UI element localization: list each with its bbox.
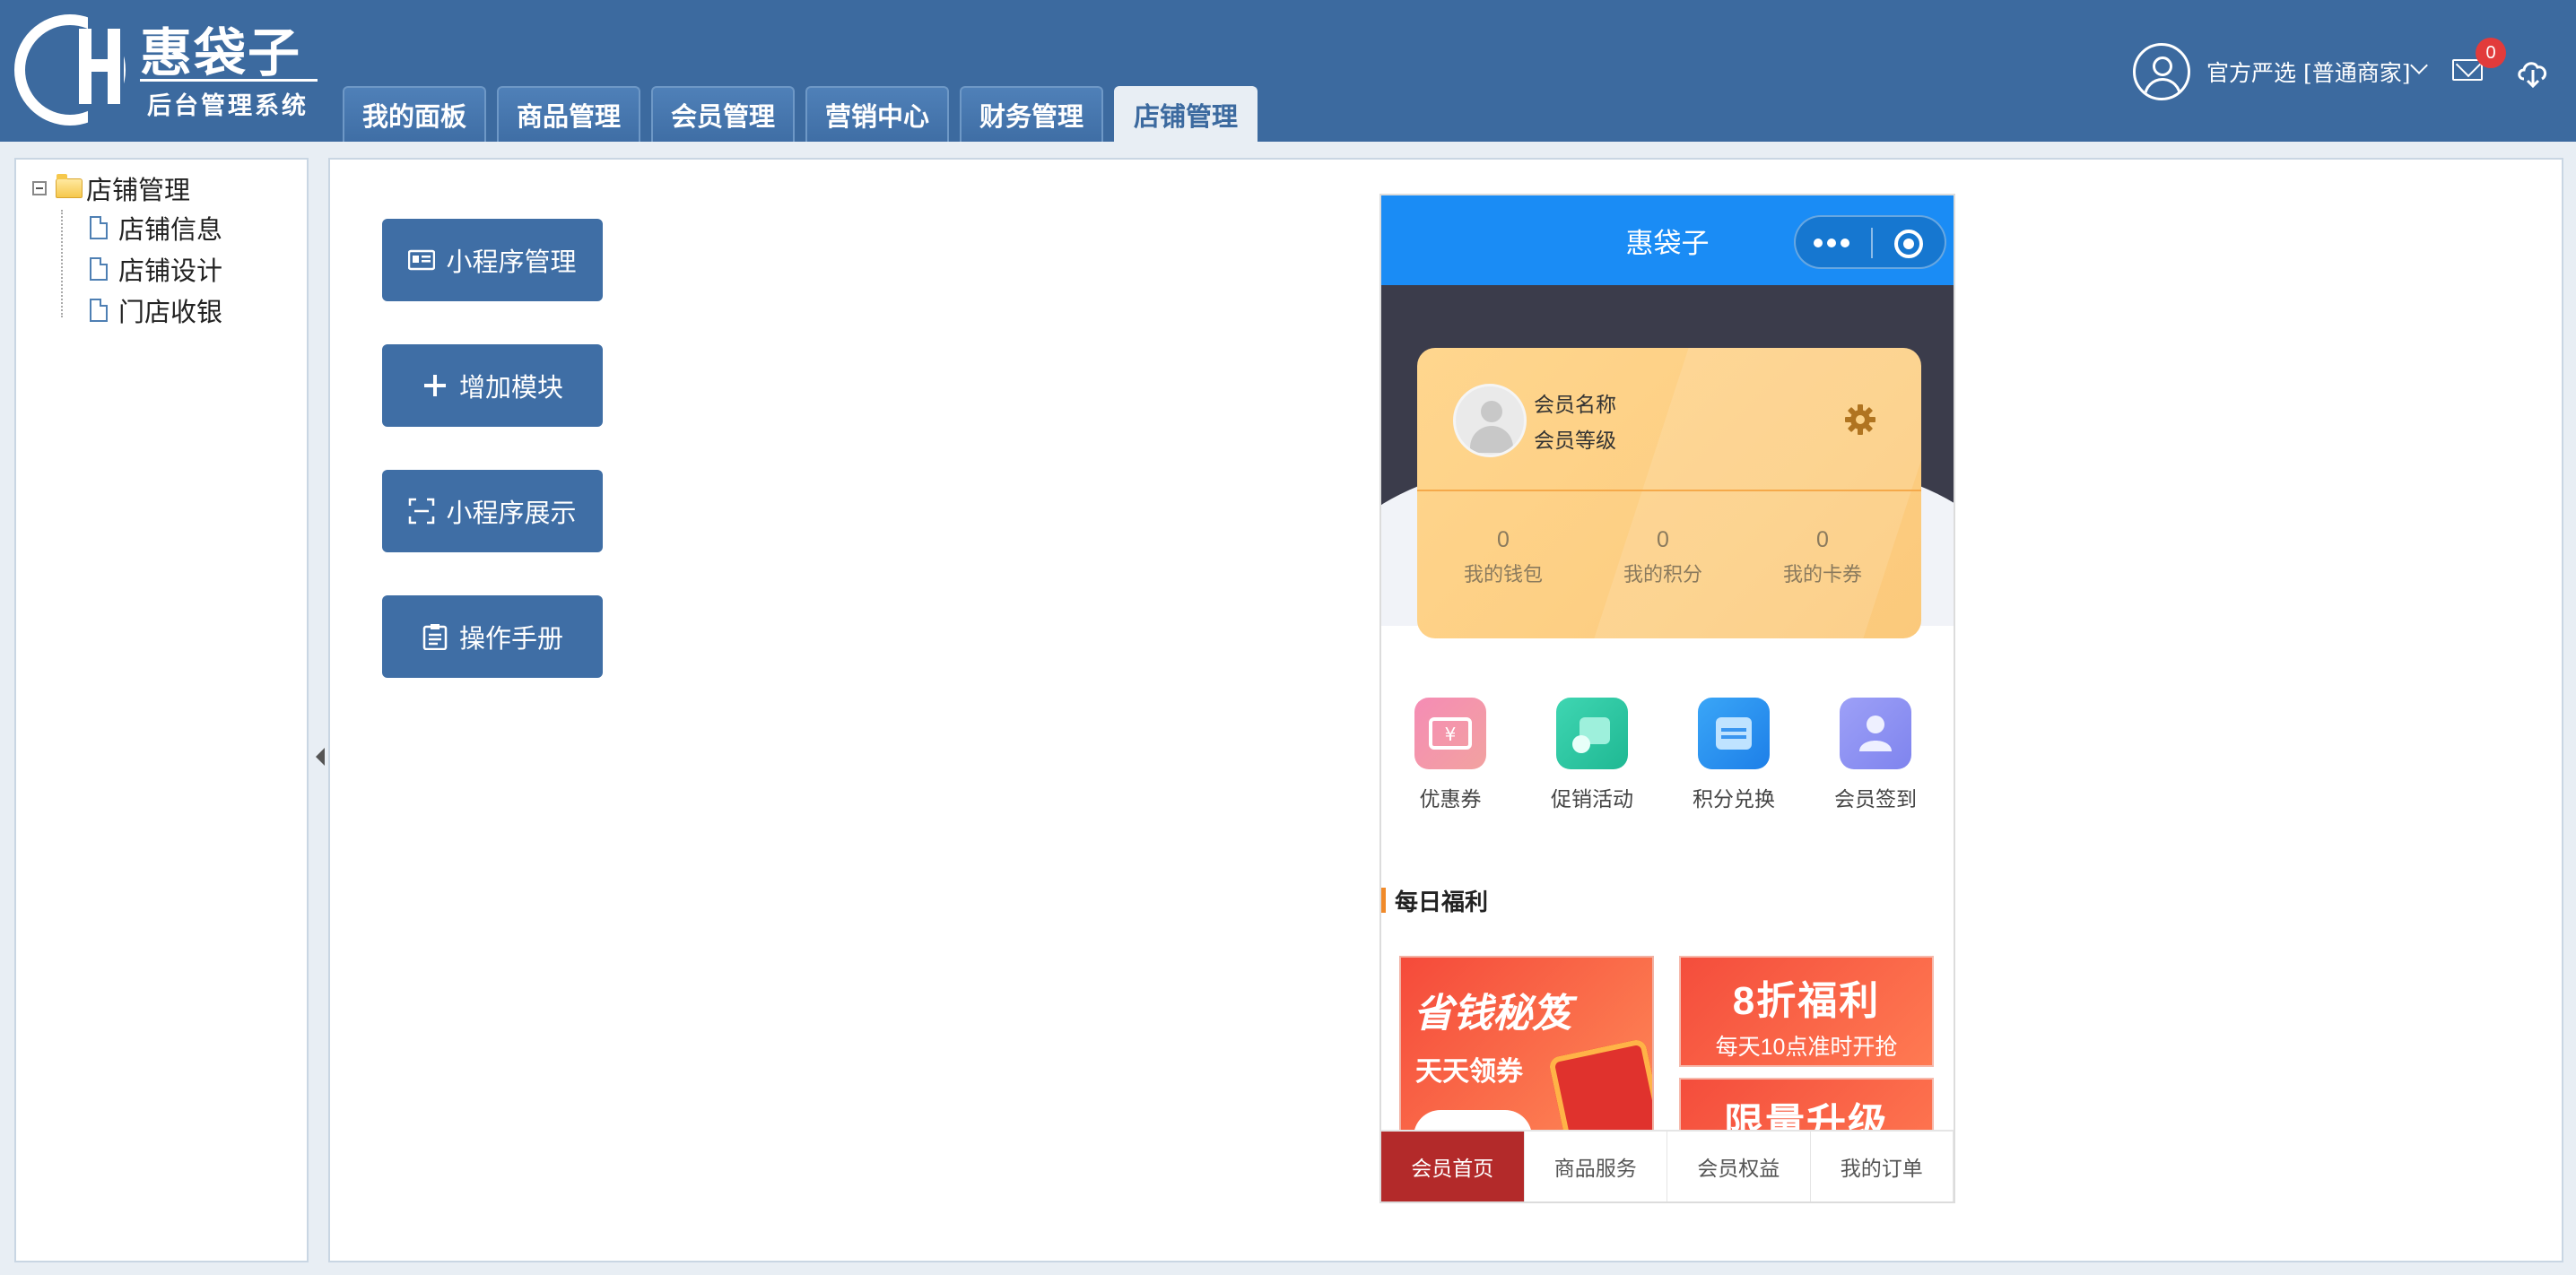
plus-icon: [423, 375, 446, 396]
tab-dashboard[interactable]: 我的面板: [343, 86, 486, 142]
user-menu[interactable]: 官方严选 [普通商家]: [2206, 56, 2410, 88]
member-name: 会员名称: [1534, 393, 1616, 416]
tab-marketing[interactable]: 营销中心: [805, 86, 949, 142]
tab-store[interactable]: 店铺管理: [1114, 86, 1258, 142]
quick-promotion[interactable]: 促销活动: [1525, 698, 1659, 812]
tree-root[interactable]: 店铺管理: [32, 170, 190, 206]
nav-member-home[interactable]: 会员首页: [1381, 1132, 1525, 1201]
mail-count-badge: 0: [2476, 38, 2506, 68]
chevron-down-icon[interactable]: [2410, 56, 2428, 74]
main-panel: 小程序管理 增加模块 小程序展示 操作手册 惠袋子 会员名称 会员等级 0 我的…: [328, 158, 2563, 1262]
miniprogram-capsule[interactable]: [1794, 215, 1946, 269]
sidebar-item-store-cashier[interactable]: 门店收银: [90, 292, 222, 328]
member-checkin-icon: [1840, 698, 1911, 769]
tab-products[interactable]: 商品管理: [497, 86, 640, 142]
user-area: 官方严选 [普通商家] 0: [2110, 36, 2576, 108]
document-icon: [90, 257, 108, 281]
close-target-icon[interactable]: [1894, 230, 1923, 258]
member-avatar-icon: [1453, 384, 1527, 457]
miniprogram-manage-button[interactable]: 小程序管理: [382, 219, 603, 301]
top-header: 惠袋子 后台管理系统 我的面板 商品管理 会员管理 营销中心 财务管理 店铺管理…: [0, 0, 2576, 142]
tree-root-label: 店铺管理: [86, 175, 191, 205]
sidebar-item-label: 门店收银: [118, 297, 223, 327]
add-module-button[interactable]: 增加模块: [382, 344, 603, 427]
user-avatar-icon[interactable]: [2133, 43, 2190, 100]
tab-members[interactable]: 会员管理: [651, 86, 795, 142]
gear-icon[interactable]: [1842, 402, 1878, 438]
button-label: 小程序展示: [446, 498, 577, 528]
logo-title: 惠袋子: [140, 22, 302, 83]
nav-member-benefits[interactable]: 会员权益: [1667, 1132, 1811, 1201]
miniprogram-preview-button[interactable]: 小程序展示: [382, 470, 603, 552]
user-manual-button[interactable]: 操作手册: [382, 595, 603, 678]
promotion-icon: [1556, 698, 1628, 769]
main-tabs: 我的面板 商品管理 会员管理 营销中心 财务管理 店铺管理: [343, 86, 1268, 142]
svg-text:¥: ¥: [1445, 724, 1457, 745]
quick-member-checkin[interactable]: 会员签到: [1808, 698, 1943, 812]
collapse-toggle-icon[interactable]: [32, 181, 47, 195]
more-icon[interactable]: [1814, 239, 1849, 247]
sidebar-item-store-info[interactable]: 店铺信息: [90, 210, 222, 246]
sidebar-item-store-design[interactable]: 店铺设计: [90, 251, 222, 287]
tab-finance[interactable]: 财务管理: [960, 86, 1103, 142]
sidebar-collapse-icon[interactable]: [316, 748, 325, 766]
button-label: 增加模块: [458, 372, 563, 403]
points-stat[interactable]: 0 我的积分: [1600, 527, 1726, 587]
miniprogram-bottom-nav: 会员首页 商品服务 会员权益 我的订单: [1381, 1130, 1954, 1201]
points-exchange-icon: [1698, 698, 1770, 769]
document-icon: [90, 299, 108, 322]
logo: 惠袋子 后台管理系统: [14, 14, 318, 126]
coupons-stat[interactable]: 0 我的卡券: [1760, 527, 1885, 587]
scan-icon: [409, 498, 435, 525]
discount-banner[interactable]: 8折福利 每天10点准时开抢: [1679, 956, 1934, 1067]
id-card-icon: [408, 249, 436, 271]
button-label: 小程序管理: [446, 247, 577, 277]
folder-icon: [56, 174, 83, 198]
coupon-icon: ¥: [1414, 698, 1486, 769]
button-label: 操作手册: [458, 623, 563, 654]
sidebar-item-label: 店铺信息: [118, 214, 223, 245]
document-icon: [90, 216, 108, 239]
member-card[interactable]: 会员名称 会员等级 0 我的钱包 0 我的积分 0 我的卡券: [1417, 348, 1921, 638]
daily-welfare-title: 每日福利: [1381, 886, 1488, 915]
sidebar-item-label: 店铺设计: [118, 256, 223, 286]
quick-coupon[interactable]: ¥ 优惠券: [1383, 698, 1518, 812]
member-level: 会员等级: [1534, 429, 1616, 452]
logo-subtitle: 后台管理系统: [147, 92, 309, 120]
nav-product-service[interactable]: 商品服务: [1525, 1132, 1667, 1201]
quick-points-exchange[interactable]: 积分兑换: [1667, 698, 1801, 812]
miniprogram-preview: 惠袋子 会员名称 会员等级 0 我的钱包 0 我的积分 0 我的卡券 ¥ 优惠券…: [1379, 194, 1955, 1203]
cloud-download-icon[interactable]: [2515, 54, 2551, 90]
nav-my-orders[interactable]: 我的订单: [1811, 1132, 1954, 1201]
clipboard-icon: [422, 624, 448, 650]
sidebar-tree: 店铺管理 店铺信息 店铺设计 门店收银: [14, 158, 309, 1262]
wallet-stat[interactable]: 0 我的钱包: [1440, 527, 1566, 587]
